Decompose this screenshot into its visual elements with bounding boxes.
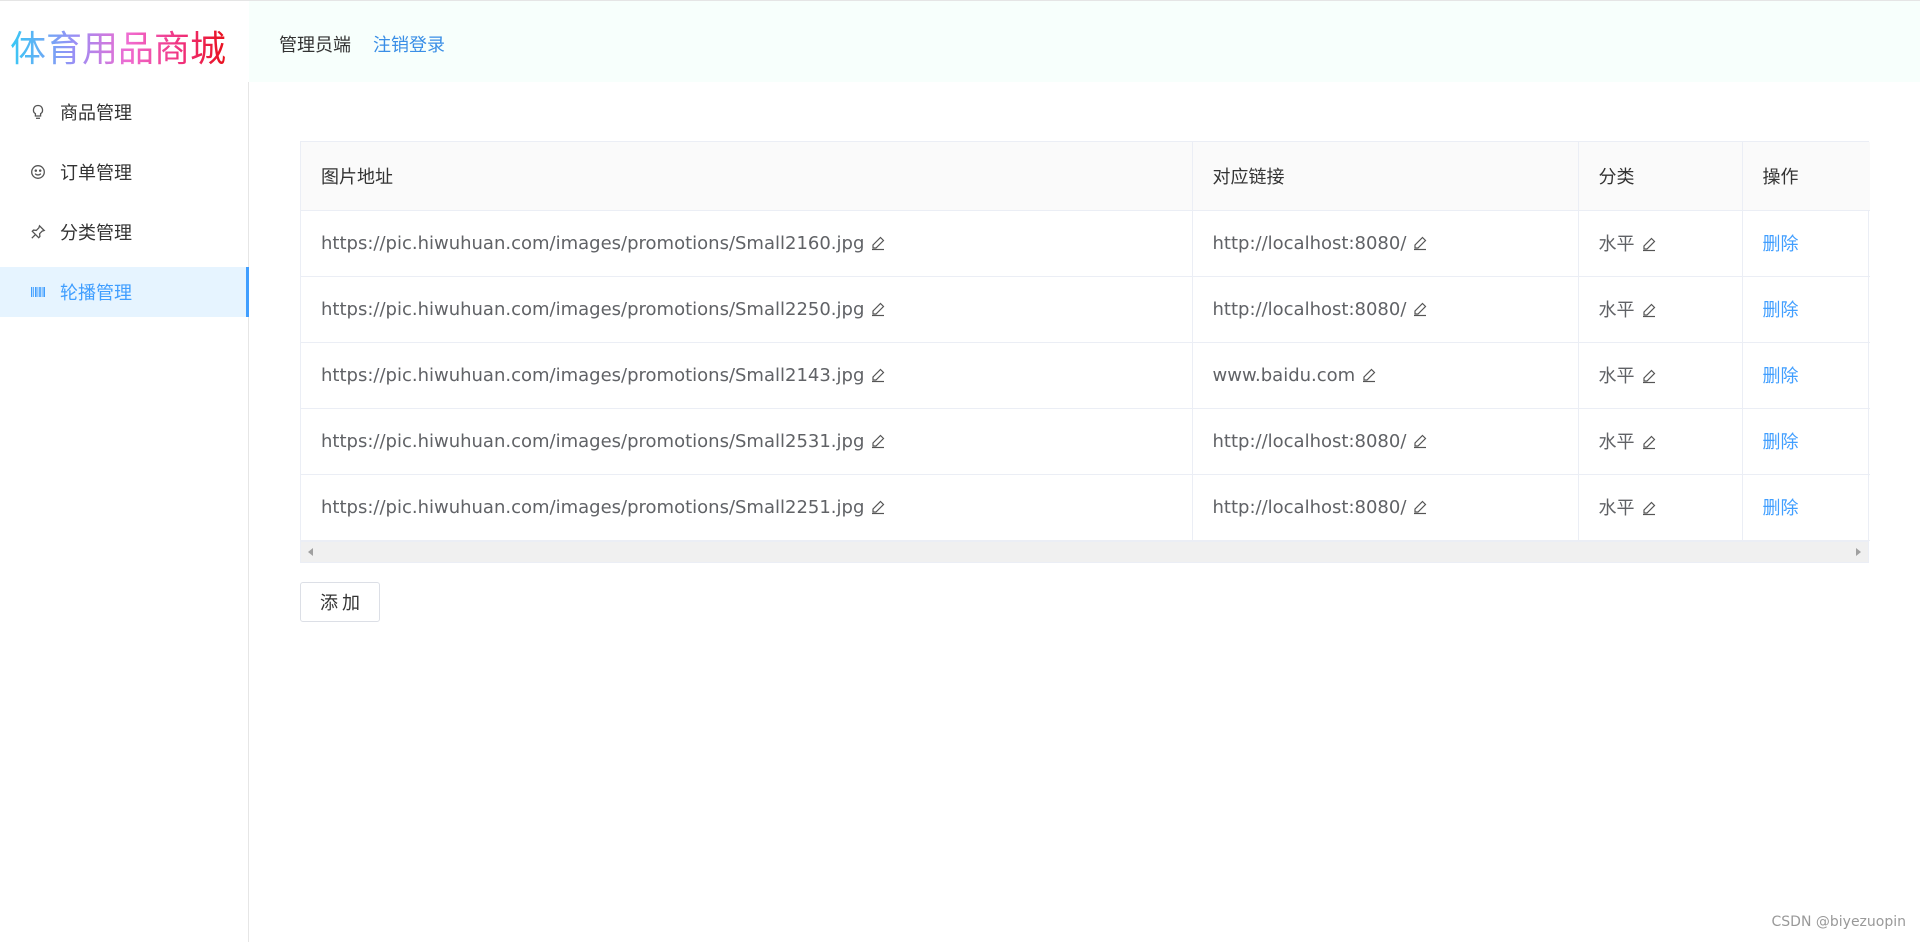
- link-cell: http://localhost:8080/: [1192, 474, 1579, 541]
- role-label: 管理员端: [279, 35, 351, 56]
- lightbulb-icon: [30, 104, 46, 120]
- table-row: https://pic.hiwuhuan.com/images/promotio…: [301, 342, 1870, 409]
- action-cell: 删除: [1742, 210, 1870, 277]
- table-header-row: 图片地址 对应链接 分类 操作: [301, 142, 1870, 211]
- image-url-cell: https://pic.hiwuhuan.com/images/promotio…: [301, 408, 1193, 475]
- watermark-text: CSDN @biyezuopin: [1771, 914, 1906, 930]
- link-text: http://localhost:8080/: [1212, 232, 1407, 254]
- column-header-image-url: 图片地址: [301, 142, 1193, 211]
- edit-icon[interactable]: [870, 499, 886, 515]
- sidebar-item-label: 商品管理: [60, 103, 132, 124]
- edit-icon[interactable]: [1412, 235, 1428, 251]
- top-header: 管理员端 注销登录: [249, 1, 1920, 82]
- sidebar-item-label: 分类管理: [60, 223, 132, 244]
- link-cell: http://localhost:8080/: [1192, 210, 1579, 277]
- image-url-cell: https://pic.hiwuhuan.com/images/promotio…: [301, 474, 1193, 541]
- edit-icon[interactable]: [870, 367, 886, 383]
- link-cell: http://localhost:8080/: [1192, 408, 1579, 475]
- edit-icon[interactable]: [870, 433, 886, 449]
- sidebar-item-orders[interactable]: 订单管理: [0, 142, 248, 202]
- app-logo: 体育用品商城: [10, 20, 226, 72]
- sidebar-item-label: 轮播管理: [60, 283, 132, 304]
- horizontal-scrollbar[interactable]: [301, 540, 1868, 562]
- edit-icon[interactable]: [870, 301, 886, 317]
- link-text: http://localhost:8080/: [1212, 430, 1407, 452]
- category-text: 水平: [1598, 300, 1635, 321]
- sidebar-item-products[interactable]: 商品管理: [0, 82, 248, 142]
- barcode-icon: [30, 284, 46, 300]
- table-row: https://pic.hiwuhuan.com/images/promotio…: [301, 408, 1870, 475]
- logo-area: 体育用品商城: [0, 1, 249, 82]
- link-cell: www.baidu.com: [1192, 342, 1579, 409]
- edit-icon[interactable]: [1641, 434, 1657, 450]
- edit-icon[interactable]: [1412, 301, 1428, 317]
- carousel-table: 图片地址 对应链接 分类 操作 https://pic.hiwuhuan.com…: [300, 141, 1870, 563]
- image-url-text: https://pic.hiwuhuan.com/images/promotio…: [321, 298, 865, 320]
- logout-link[interactable]: 注销登录: [373, 31, 445, 57]
- link-cell: http://localhost:8080/: [1192, 276, 1579, 343]
- action-cell: 删除: [1742, 342, 1870, 409]
- category-cell: 水平: [1578, 342, 1743, 409]
- sidebar-item-categories[interactable]: 分类管理: [0, 202, 248, 262]
- category-cell: 水平: [1578, 474, 1743, 541]
- table-row: https://pic.hiwuhuan.com/images/promotio…: [301, 210, 1870, 277]
- category-cell: 水平: [1578, 408, 1743, 475]
- category-text: 水平: [1598, 498, 1635, 519]
- column-header-category: 分类: [1578, 142, 1743, 211]
- category-text: 水平: [1598, 432, 1635, 453]
- delete-link[interactable]: 删除: [1763, 432, 1799, 453]
- category-text: 水平: [1598, 234, 1635, 255]
- edit-icon[interactable]: [1641, 368, 1657, 384]
- main-content: 图片地址 对应链接 分类 操作 https://pic.hiwuhuan.com…: [300, 141, 1870, 622]
- edit-icon[interactable]: [1641, 236, 1657, 252]
- image-url-text: https://pic.hiwuhuan.com/images/promotio…: [321, 232, 865, 254]
- add-button[interactable]: 添加: [300, 582, 380, 622]
- scroll-right-arrow-icon[interactable]: [1856, 547, 1861, 556]
- category-cell: 水平: [1578, 210, 1743, 277]
- table-row: https://pic.hiwuhuan.com/images/promotio…: [301, 276, 1870, 343]
- smile-icon: [30, 164, 46, 180]
- column-header-link: 对应链接: [1192, 142, 1579, 211]
- image-url-text: https://pic.hiwuhuan.com/images/promotio…: [321, 430, 865, 452]
- sidebar: 商品管理 订单管理 分类管理 轮播管理: [0, 82, 249, 942]
- link-text: http://localhost:8080/: [1212, 496, 1407, 518]
- table-row: https://pic.hiwuhuan.com/images/promotio…: [301, 474, 1870, 541]
- edit-icon[interactable]: [1412, 433, 1428, 449]
- delete-link[interactable]: 删除: [1763, 234, 1799, 255]
- edit-icon[interactable]: [1361, 367, 1377, 383]
- link-text: http://localhost:8080/: [1212, 298, 1407, 320]
- image-url-cell: https://pic.hiwuhuan.com/images/promotio…: [301, 210, 1193, 277]
- image-url-cell: https://pic.hiwuhuan.com/images/promotio…: [301, 276, 1193, 343]
- scroll-left-arrow-icon[interactable]: [308, 547, 313, 556]
- delete-link[interactable]: 删除: [1763, 300, 1799, 321]
- category-text: 水平: [1598, 366, 1635, 387]
- image-url-text: https://pic.hiwuhuan.com/images/promotio…: [321, 496, 865, 518]
- image-url-cell: https://pic.hiwuhuan.com/images/promotio…: [301, 342, 1193, 409]
- delete-link[interactable]: 删除: [1763, 498, 1799, 519]
- edit-icon[interactable]: [870, 235, 886, 251]
- edit-icon[interactable]: [1412, 499, 1428, 515]
- column-header-actions: 操作: [1742, 142, 1870, 211]
- edit-icon[interactable]: [1641, 302, 1657, 318]
- edit-icon[interactable]: [1641, 500, 1657, 516]
- action-cell: 删除: [1742, 474, 1870, 541]
- link-text: www.baidu.com: [1212, 364, 1356, 386]
- image-url-text: https://pic.hiwuhuan.com/images/promotio…: [321, 364, 865, 386]
- delete-link[interactable]: 删除: [1763, 366, 1799, 387]
- action-cell: 删除: [1742, 276, 1870, 343]
- sidebar-item-label: 订单管理: [60, 163, 132, 184]
- sidebar-item-carousel[interactable]: 轮播管理: [0, 267, 249, 317]
- category-cell: 水平: [1578, 276, 1743, 343]
- pin-icon: [30, 224, 46, 240]
- action-cell: 删除: [1742, 408, 1870, 475]
